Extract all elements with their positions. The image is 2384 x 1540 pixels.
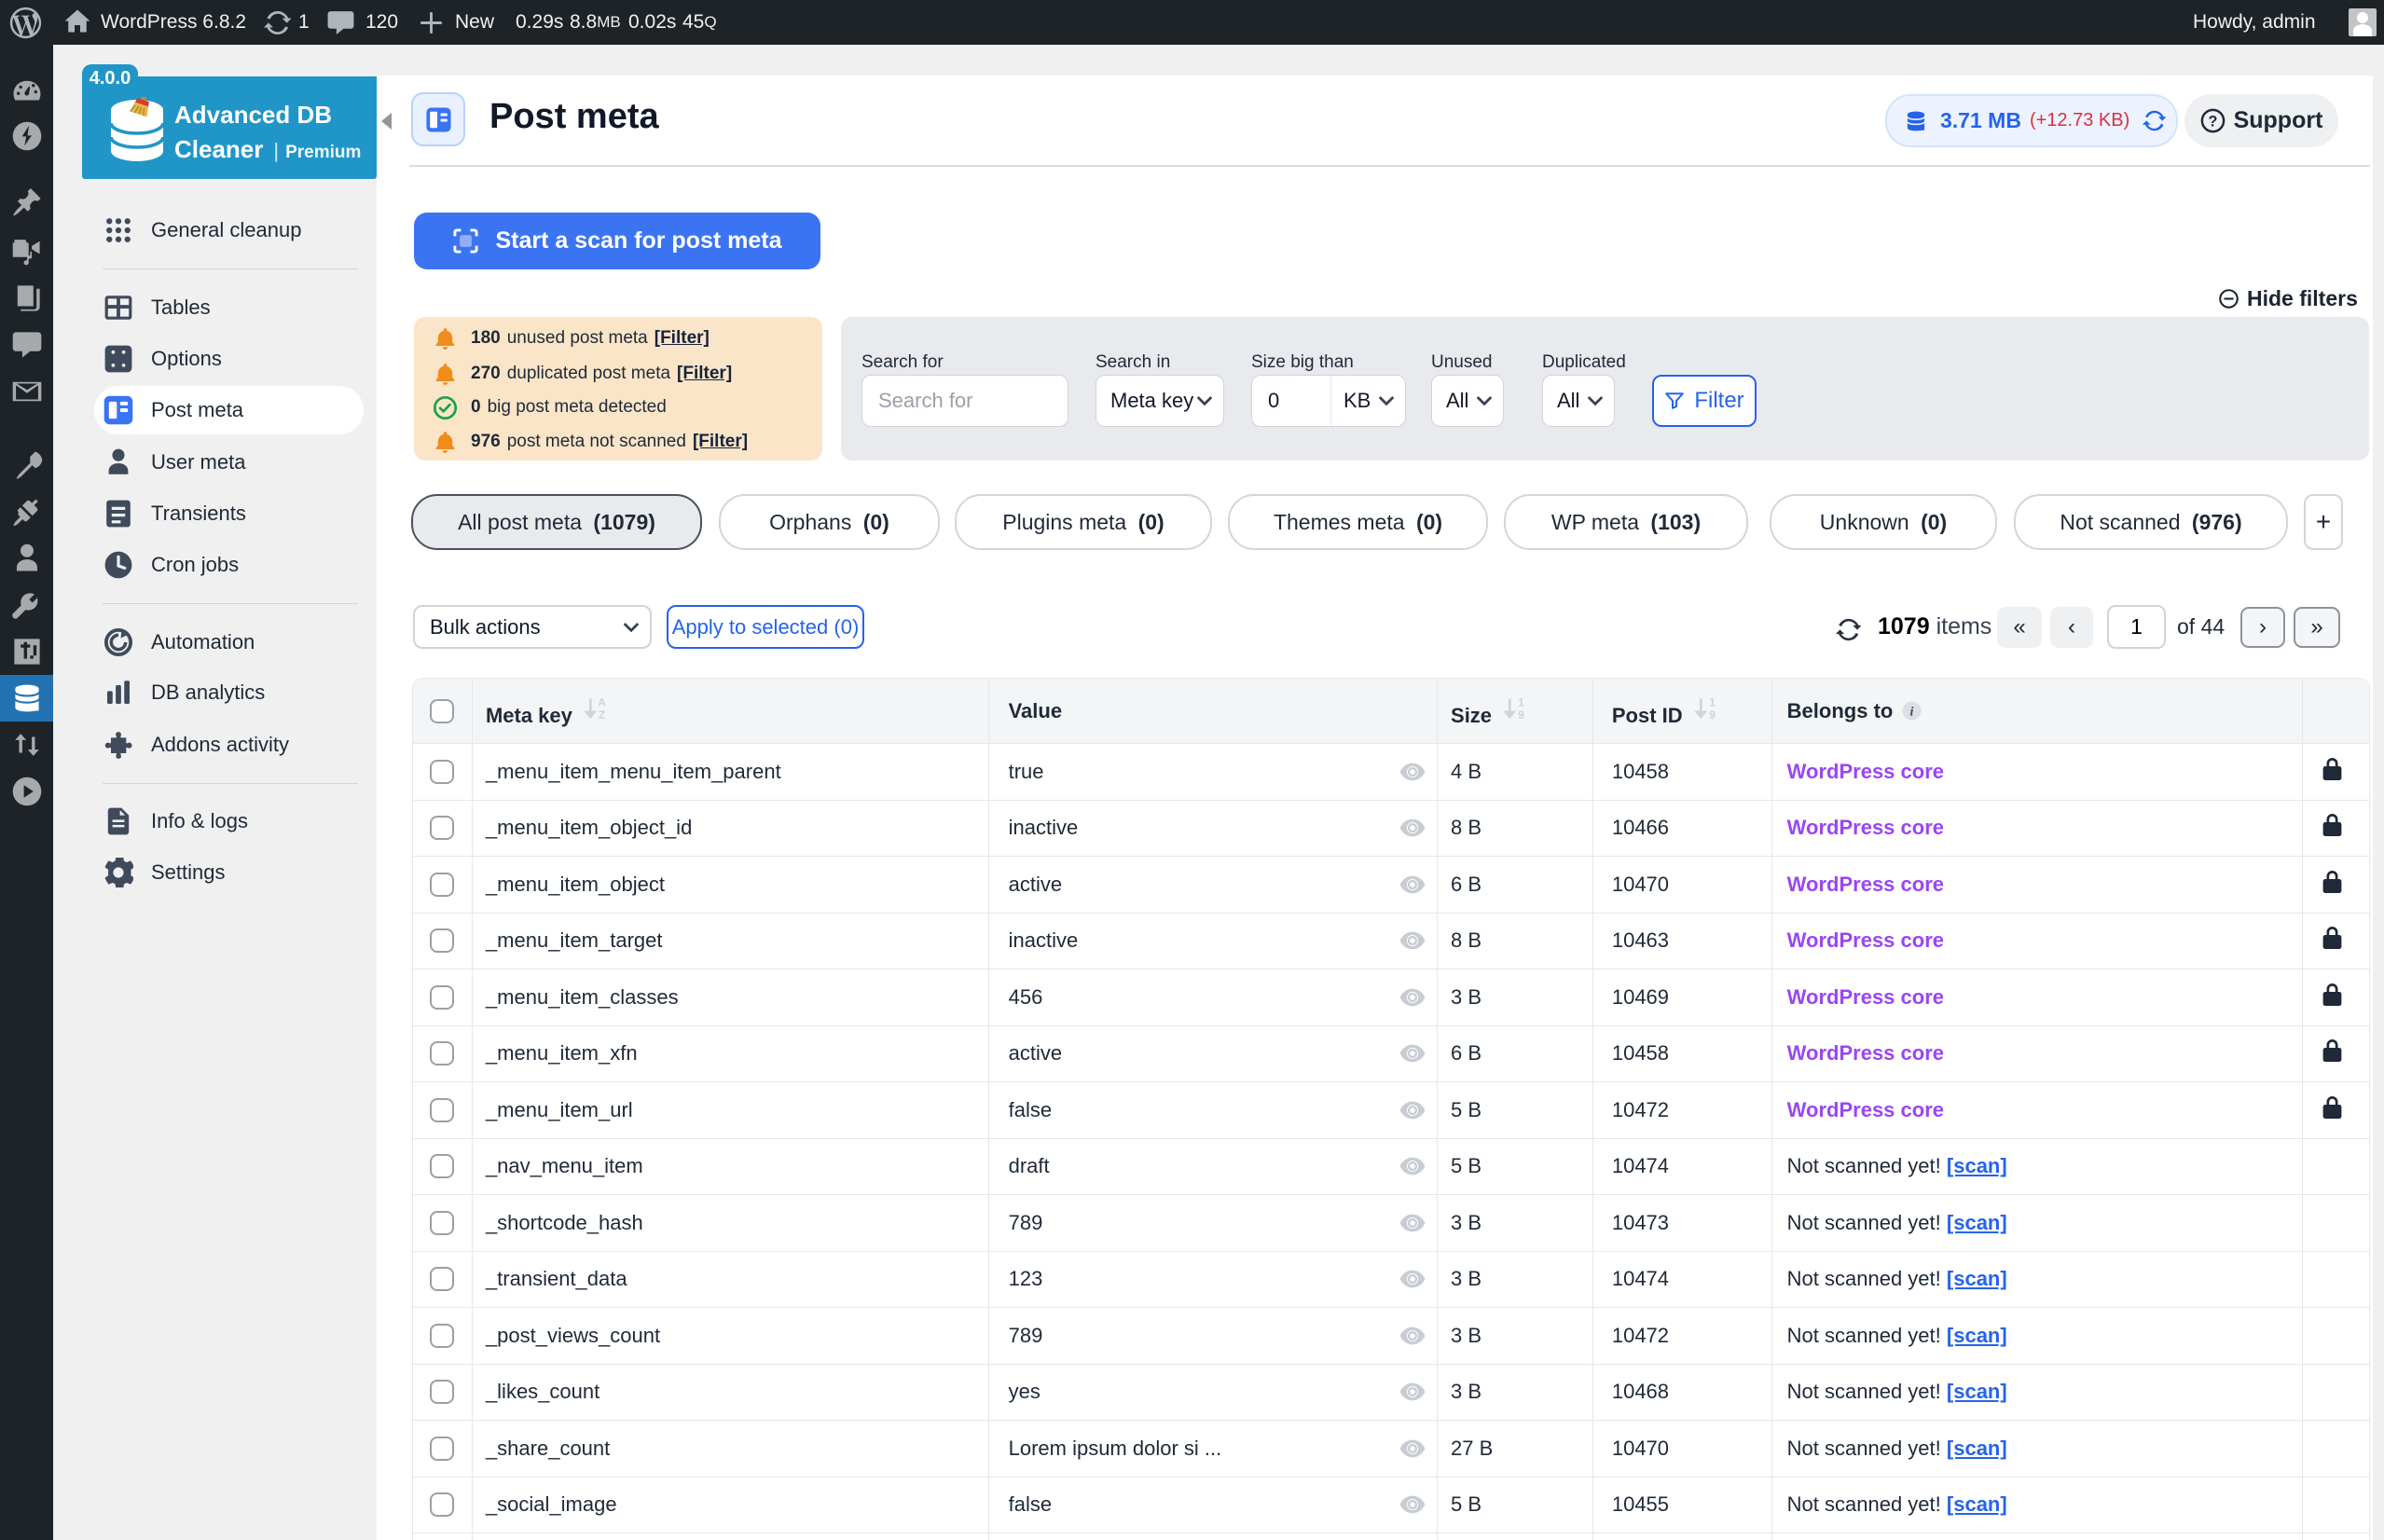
svg-text:?: ? bbox=[2208, 113, 2217, 130]
svg-text:A: A bbox=[598, 695, 606, 708]
svg-text:1: 1 bbox=[1709, 695, 1716, 708]
svg-text:1: 1 bbox=[1518, 695, 1524, 708]
svg-text:9: 9 bbox=[1709, 708, 1716, 722]
svg-text:i: i bbox=[1910, 704, 1914, 719]
svg-text:Z: Z bbox=[599, 708, 605, 722]
svg-text:9: 9 bbox=[1518, 708, 1524, 722]
